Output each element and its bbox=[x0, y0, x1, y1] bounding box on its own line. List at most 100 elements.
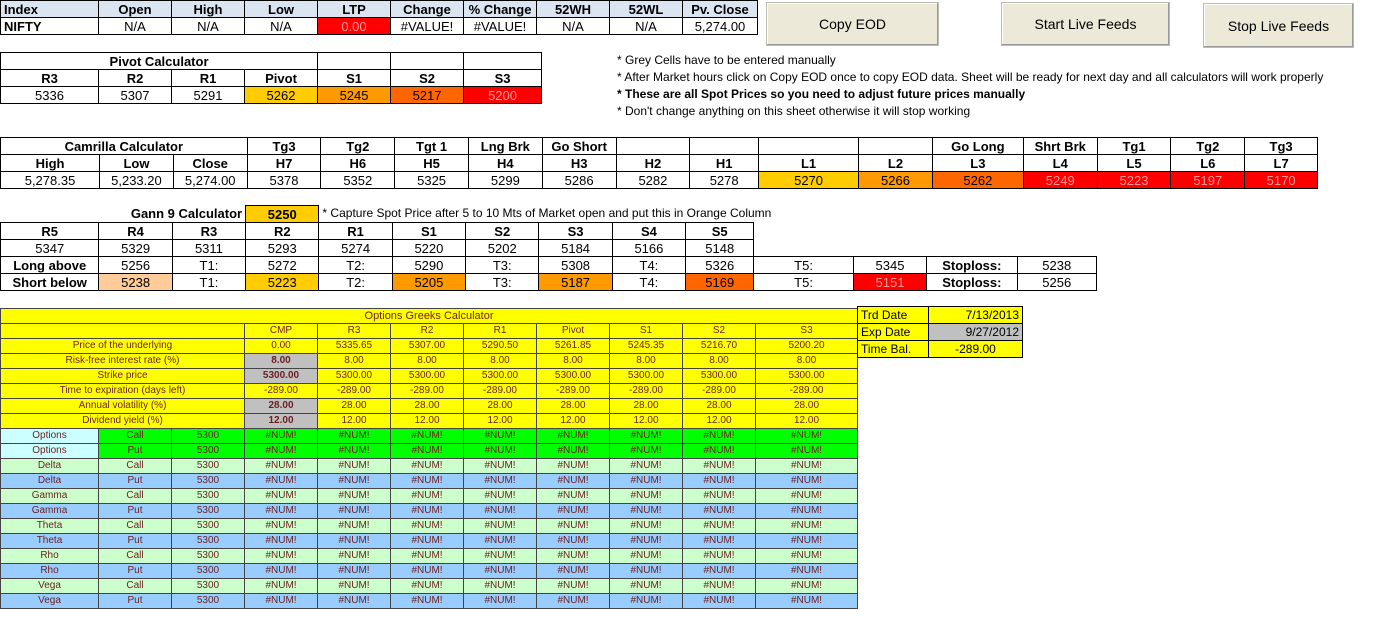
camrilla-high-value[interactable]: 5,278.35 bbox=[0, 171, 101, 189]
greeks-param-value[interactable]: 8.00 bbox=[463, 353, 537, 369]
greeks-param-value[interactable]: -289.00 bbox=[317, 383, 391, 399]
gann-short-t1[interactable]: 5223 bbox=[245, 273, 320, 291]
gann-short-t2[interactable]: 5205 bbox=[391, 273, 467, 291]
greeks-param-value[interactable]: 5335.65 bbox=[317, 338, 391, 354]
greeks-param-value[interactable]: 5300.00 bbox=[317, 368, 391, 384]
greeks-param-cmp[interactable]: -289.00 bbox=[244, 383, 318, 399]
ltp-cell[interactable]: 0.00 bbox=[317, 17, 391, 35]
start-live-feeds-button[interactable]: Start Live Feeds bbox=[1001, 2, 1170, 46]
greeks-param-value[interactable]: 5300.00 bbox=[609, 368, 683, 384]
camrilla-close-value[interactable]: 5,274.00 bbox=[172, 171, 248, 189]
greeks-param-value[interactable]: 12.00 bbox=[609, 413, 683, 429]
greeks-param-cmp[interactable]: 8.00 bbox=[244, 353, 318, 369]
copy-eod-button[interactable]: Copy EOD bbox=[766, 2, 939, 46]
low-cell[interactable]: N/A bbox=[244, 17, 318, 35]
camrilla-l4-value[interactable]: 5249 bbox=[1022, 171, 1098, 189]
camrilla-h7-value[interactable]: 5378 bbox=[246, 171, 322, 189]
stop-live-feeds-button[interactable]: Stop Live Feeds bbox=[1203, 3, 1354, 48]
gann-long-entry[interactable]: 5256 bbox=[98, 256, 173, 274]
greeks-param-value[interactable]: 5245.35 bbox=[609, 338, 683, 354]
greeks-param-value[interactable]: 28.00 bbox=[317, 398, 391, 414]
expiry-date-value[interactable]: 9/27/2012 bbox=[928, 323, 1023, 341]
greeks-param-value[interactable]: 8.00 bbox=[390, 353, 464, 369]
camrilla-h6-value[interactable]: 5352 bbox=[320, 171, 396, 189]
pivot-r3-value[interactable]: 5336 bbox=[0, 86, 99, 104]
greeks-param-value[interactable]: 8.00 bbox=[754, 353, 859, 369]
pct-change-cell[interactable]: #VALUE! bbox=[463, 17, 537, 35]
gann-long-t3[interactable]: 5308 bbox=[538, 256, 613, 274]
gann-short-stoploss[interactable]: 5256 bbox=[1016, 273, 1098, 291]
gann-r4-value[interactable]: 5329 bbox=[98, 239, 173, 257]
gann-input-cell[interactable]: 5250 bbox=[245, 205, 320, 223]
gann-short-t3[interactable]: 5187 bbox=[538, 273, 613, 291]
gann-short-t4[interactable]: 5169 bbox=[685, 273, 755, 291]
greeks-param-cmp[interactable]: 0.00 bbox=[244, 338, 318, 354]
greeks-param-value[interactable]: -289.00 bbox=[682, 383, 756, 399]
52wh-cell[interactable]: N/A bbox=[536, 17, 610, 35]
camrilla-h3-value[interactable]: 5286 bbox=[541, 171, 617, 189]
pivot-r1-value[interactable]: 5291 bbox=[171, 86, 245, 104]
gann-short-entry[interactable]: 5238 bbox=[98, 273, 173, 291]
change-cell[interactable]: #VALUE! bbox=[390, 17, 464, 35]
greeks-param-value[interactable]: 28.00 bbox=[463, 398, 537, 414]
greeks-param-value[interactable]: 28.00 bbox=[536, 398, 610, 414]
greeks-param-value[interactable]: 5300.00 bbox=[754, 368, 859, 384]
gann-s5-value[interactable]: 5148 bbox=[685, 239, 755, 257]
gann-long-t2[interactable]: 5290 bbox=[391, 256, 467, 274]
greeks-param-value[interactable]: 5300.00 bbox=[536, 368, 610, 384]
gann-r2-value[interactable]: 5293 bbox=[245, 239, 320, 257]
greeks-param-value[interactable]: -289.00 bbox=[536, 383, 610, 399]
pivot-s3-value[interactable]: 5200 bbox=[463, 86, 543, 104]
greeks-param-value[interactable]: 8.00 bbox=[682, 353, 756, 369]
greeks-param-value[interactable]: 28.00 bbox=[609, 398, 683, 414]
camrilla-l1-value[interactable]: 5270 bbox=[758, 171, 860, 189]
greeks-param-value[interactable]: 5290.50 bbox=[463, 338, 537, 354]
greeks-param-value[interactable]: 12.00 bbox=[536, 413, 610, 429]
gann-s3-value[interactable]: 5184 bbox=[538, 239, 613, 257]
greeks-param-cmp[interactable]: 28.00 bbox=[244, 398, 318, 414]
gann-r3-value[interactable]: 5311 bbox=[171, 239, 247, 257]
gann-long-stoploss[interactable]: 5238 bbox=[1016, 256, 1098, 274]
greeks-param-value[interactable]: 5300.00 bbox=[682, 368, 756, 384]
camrilla-l7-value[interactable]: 5170 bbox=[1244, 171, 1318, 189]
pv-close-cell[interactable]: 5,274.00 bbox=[682, 17, 758, 35]
camrilla-h1-value[interactable]: 5278 bbox=[689, 171, 760, 189]
pivot-s1-value[interactable]: 5245 bbox=[317, 86, 392, 104]
gann-r1-value[interactable]: 5274 bbox=[318, 239, 393, 257]
gann-s2-value[interactable]: 5202 bbox=[465, 239, 540, 257]
greeks-param-value[interactable]: 8.00 bbox=[609, 353, 683, 369]
greeks-param-value[interactable]: 5200.20 bbox=[754, 338, 859, 354]
greeks-param-value[interactable]: 8.00 bbox=[536, 353, 610, 369]
greeks-param-value[interactable]: 12.00 bbox=[317, 413, 391, 429]
gann-long-t5[interactable]: 5345 bbox=[852, 256, 928, 274]
index-name-cell[interactable]: NIFTY bbox=[0, 17, 99, 35]
greeks-param-value[interactable]: 5261.85 bbox=[536, 338, 610, 354]
greeks-param-value[interactable]: -289.00 bbox=[754, 383, 859, 399]
gann-s1-value[interactable]: 5220 bbox=[391, 239, 467, 257]
greeks-param-value[interactable]: 12.00 bbox=[682, 413, 756, 429]
gann-long-t1[interactable]: 5272 bbox=[245, 256, 320, 274]
greeks-param-cmp[interactable]: 12.00 bbox=[244, 413, 318, 429]
greeks-param-value[interactable]: 12.00 bbox=[754, 413, 859, 429]
greeks-param-value[interactable]: 8.00 bbox=[317, 353, 391, 369]
camrilla-l6-value[interactable]: 5197 bbox=[1170, 171, 1246, 189]
pivot-pivot-value[interactable]: 5262 bbox=[243, 86, 319, 104]
camrilla-h2-value[interactable]: 5282 bbox=[615, 171, 691, 189]
greeks-param-value[interactable]: 5307.00 bbox=[390, 338, 464, 354]
greeks-param-value[interactable]: 12.00 bbox=[463, 413, 537, 429]
gann-s4-value[interactable]: 5166 bbox=[611, 239, 687, 257]
gann-r5-value[interactable]: 5347 bbox=[0, 239, 100, 257]
greeks-param-value[interactable]: 28.00 bbox=[682, 398, 756, 414]
gann-short-t5[interactable]: 5151 bbox=[852, 273, 928, 291]
high-cell[interactable]: N/A bbox=[171, 17, 245, 35]
pivot-r2-value[interactable]: 5307 bbox=[98, 86, 172, 104]
gann-long-t4[interactable]: 5326 bbox=[685, 256, 755, 274]
camrilla-low-value[interactable]: 5,233.20 bbox=[99, 171, 174, 189]
52wl-cell[interactable]: N/A bbox=[609, 17, 683, 35]
camrilla-h4-value[interactable]: 5299 bbox=[467, 171, 543, 189]
greeks-param-value[interactable]: 12.00 bbox=[390, 413, 464, 429]
greeks-param-cmp[interactable]: 5300.00 bbox=[244, 368, 318, 384]
camrilla-l5-value[interactable]: 5223 bbox=[1096, 171, 1172, 189]
pivot-s2-value[interactable]: 5217 bbox=[390, 86, 465, 104]
greeks-param-value[interactable]: 5300.00 bbox=[390, 368, 464, 384]
